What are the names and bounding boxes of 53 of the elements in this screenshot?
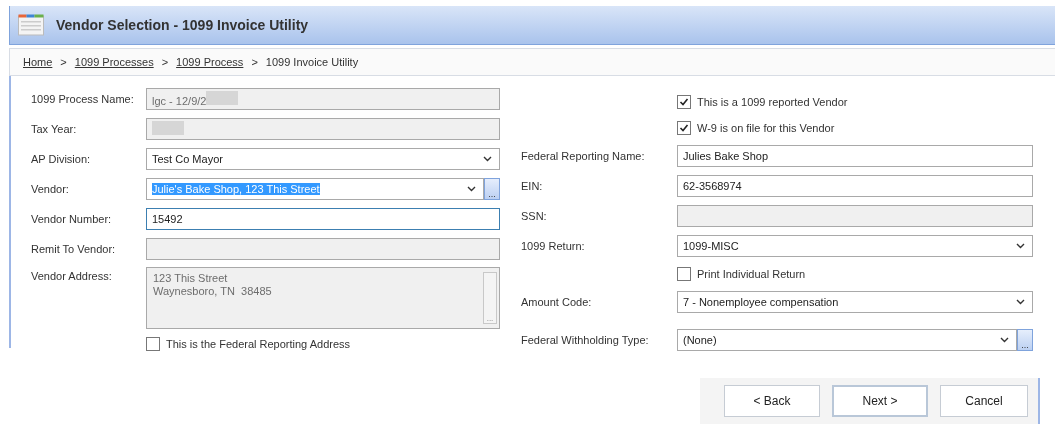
checkbox[interactable]: W-9 is on file for this Vendor bbox=[677, 121, 1033, 135]
chevron-down-icon bbox=[1000, 337, 1009, 343]
browse-button[interactable]: ... bbox=[1017, 329, 1033, 351]
breadcrumb-link[interactable]: 1099 Processes bbox=[74, 56, 154, 68]
dropdown[interactable]: 7 - Nonemployee compensation bbox=[677, 291, 1033, 313]
field-label: 1099 Return: bbox=[521, 240, 586, 252]
text-field[interactable]: 15492 bbox=[146, 208, 500, 230]
checkbox[interactable]: This is the Federal Reporting Address bbox=[146, 337, 501, 351]
checkmark-icon bbox=[679, 123, 689, 133]
field-label: Vendor: bbox=[31, 183, 70, 195]
redacted-area bbox=[206, 91, 239, 105]
checkbox[interactable]: Print Individual Return bbox=[677, 267, 1033, 281]
field-label: AP Division: bbox=[31, 153, 92, 165]
breadcrumb-separator: > bbox=[251, 56, 258, 68]
text-field[interactable]: lgc - 12/9/2 bbox=[146, 88, 500, 110]
browse-button[interactable]: ... bbox=[484, 178, 500, 200]
dropdown[interactable]: (None) bbox=[677, 329, 1017, 351]
chevron-down-icon bbox=[1016, 243, 1025, 249]
field-label: SSN: bbox=[521, 210, 548, 222]
cancel-button[interactable]: Cancel bbox=[940, 385, 1028, 417]
field-label: Vendor Number: bbox=[31, 213, 113, 225]
next-button[interactable]: Next > bbox=[832, 385, 928, 417]
text-field[interactable] bbox=[146, 118, 500, 140]
text-field[interactable] bbox=[677, 205, 1033, 227]
breadcrumb-link[interactable]: Home bbox=[23, 56, 53, 68]
dropdown[interactable]: Test Co Mayor bbox=[146, 148, 500, 170]
field-label: EIN: bbox=[521, 180, 544, 192]
field-label: Federal Withholding Type: bbox=[521, 334, 650, 346]
chevron-down-icon bbox=[1016, 299, 1025, 305]
text-field[interactable]: 62-3568974 bbox=[677, 175, 1033, 197]
scroll-button[interactable]: ... bbox=[483, 272, 497, 324]
redacted-area bbox=[152, 121, 184, 135]
breadcrumb-separator: > bbox=[161, 56, 169, 68]
window-icon bbox=[18, 14, 44, 36]
field-label: Vendor Address: bbox=[31, 269, 113, 282]
back-button[interactable]: < Back bbox=[724, 385, 820, 417]
breadcrumb-separator: > bbox=[60, 56, 67, 68]
checkbox[interactable]: This is a 1099 reported Vendor bbox=[677, 95, 1033, 109]
field-label: Amount Code: bbox=[521, 296, 593, 308]
dropdown[interactable]: 1099-MISC bbox=[677, 235, 1033, 257]
field-label: 1099 Process Name: bbox=[31, 93, 135, 105]
chevron-down-icon bbox=[467, 186, 476, 192]
window-title: Vendor Selection - 1099 Invoice Utility bbox=[56, 17, 309, 33]
checkmark-icon bbox=[679, 97, 689, 107]
breadcrumb-link[interactable]: 1099 Process bbox=[176, 56, 244, 68]
breadcrumb-current: 1099 Invoice Utility bbox=[265, 56, 359, 68]
field-label: Tax Year: bbox=[31, 123, 78, 135]
field-label: Federal Reporting Name: bbox=[521, 150, 646, 162]
text-field[interactable]: Julies Bake Shop bbox=[677, 145, 1033, 167]
text-field[interactable] bbox=[146, 238, 500, 260]
chevron-down-icon bbox=[483, 156, 492, 162]
field-label: Remit To Vendor: bbox=[31, 243, 117, 255]
address-field[interactable]: 123 This Street Waynesboro, TN 38485 ... bbox=[146, 267, 500, 329]
